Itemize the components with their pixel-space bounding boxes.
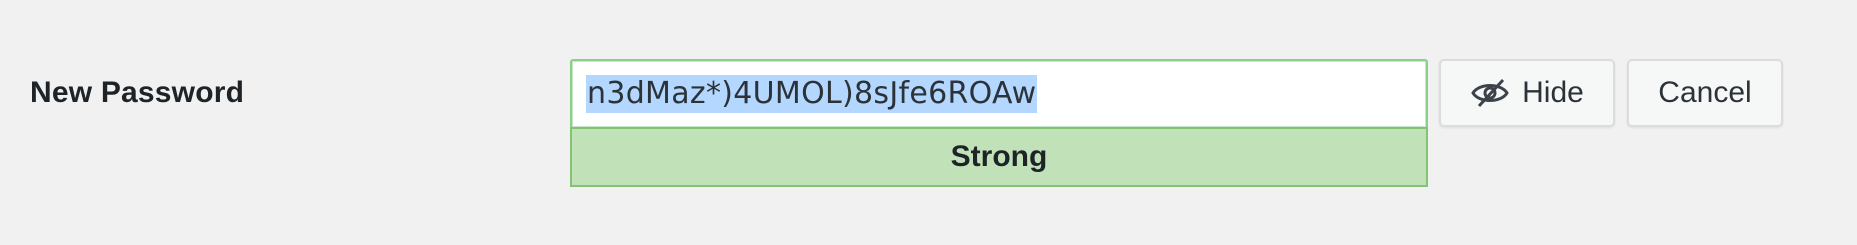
password-field-wrapper: n3dMaz*)4UMOL)8sJfe6ROAw Strong bbox=[570, 59, 1428, 187]
cancel-button[interactable]: Cancel bbox=[1627, 59, 1783, 127]
hide-button-label: Hide bbox=[1522, 76, 1584, 109]
new-password-label: New Password bbox=[30, 76, 245, 109]
password-row: New Password n3dMaz*)4UMOL)8sJfe6ROAw St… bbox=[0, 0, 1857, 245]
eye-slash-icon bbox=[1470, 78, 1510, 108]
password-strength-meter: Strong bbox=[570, 127, 1428, 187]
hide-password-button[interactable]: Hide bbox=[1439, 59, 1615, 127]
password-value: n3dMaz*)4UMOL)8sJfe6ROAw bbox=[586, 75, 1038, 113]
password-input[interactable]: n3dMaz*)4UMOL)8sJfe6ROAw bbox=[570, 59, 1428, 127]
cancel-button-label: Cancel bbox=[1658, 76, 1752, 109]
